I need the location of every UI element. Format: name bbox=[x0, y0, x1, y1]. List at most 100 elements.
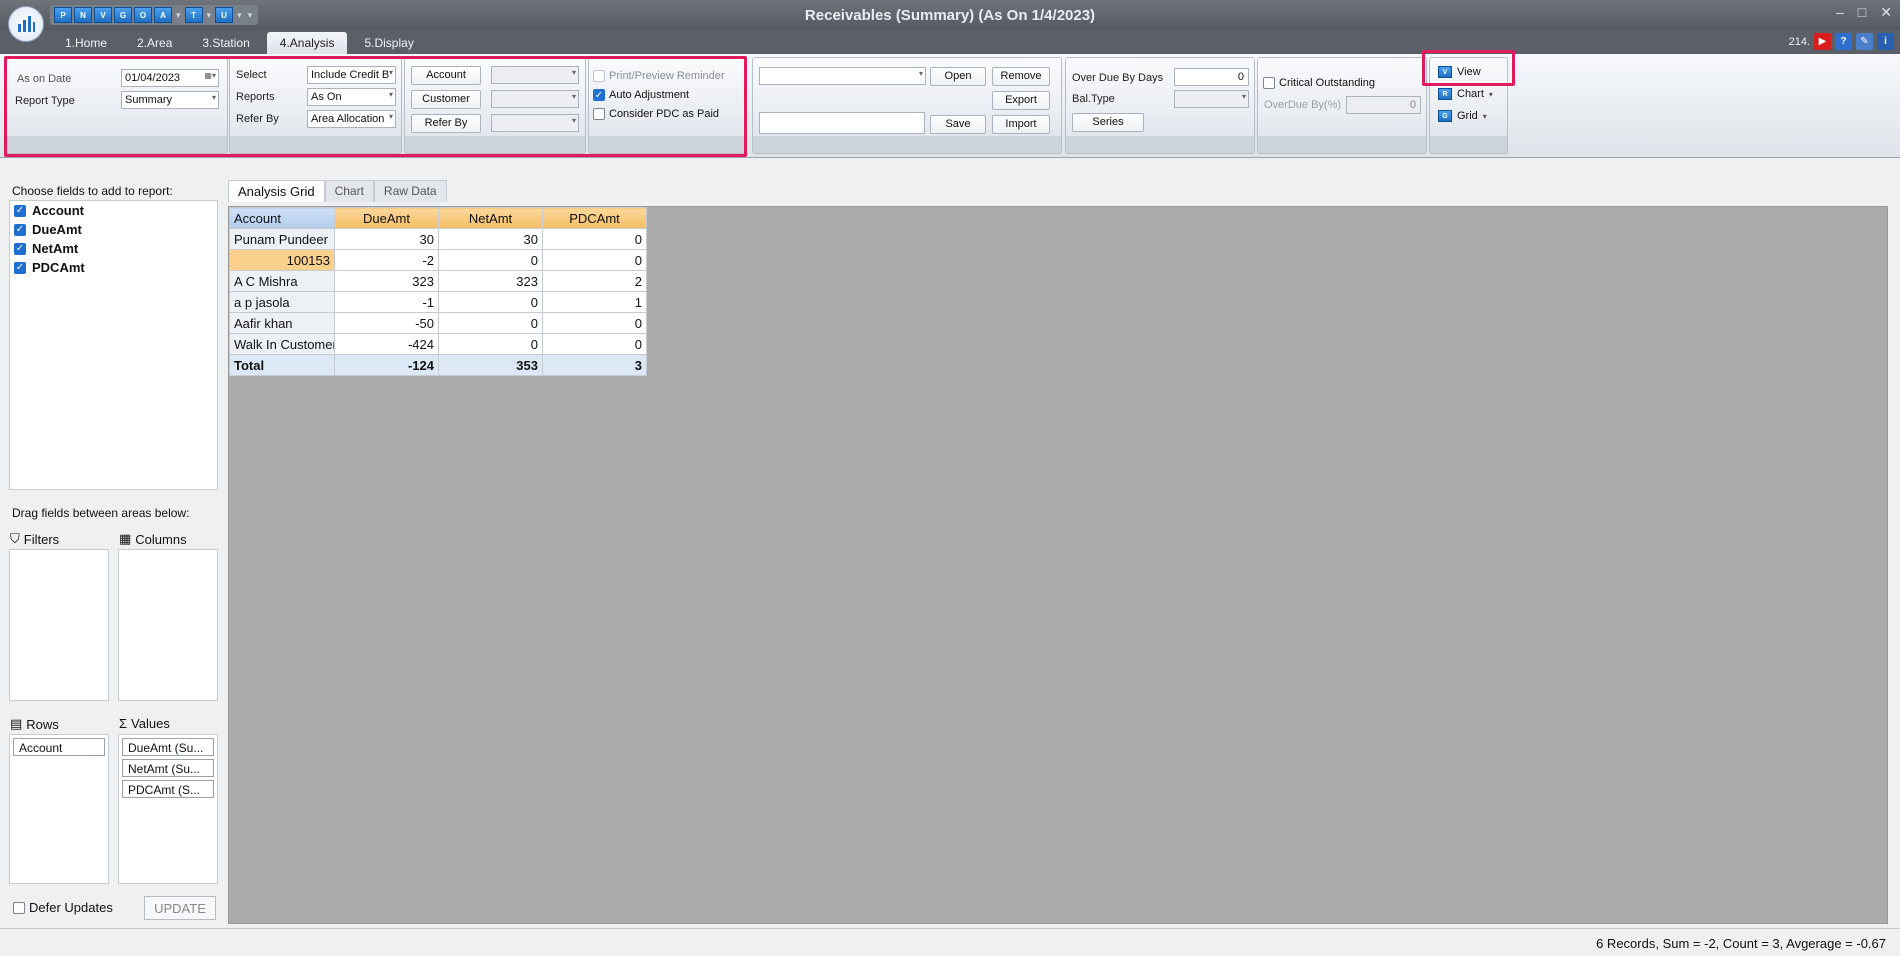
series-button[interactable]: Series bbox=[1072, 113, 1144, 132]
values-area[interactable]: DueAmt (Su... NetAmt (Su... PDCAmt (S... bbox=[118, 734, 218, 884]
tab-chart[interactable]: Chart bbox=[324, 180, 374, 202]
app-logo-icon[interactable] bbox=[8, 6, 44, 42]
highlight-box bbox=[1422, 50, 1515, 86]
table-row: 100153 -2 0 0 bbox=[229, 249, 647, 271]
cell-netamt[interactable]: 323 bbox=[438, 270, 543, 292]
title-bar: P N V G O A ▾ T ▾ U ▾ ▾ Receivables (Sum… bbox=[0, 0, 1900, 42]
critical-outstanding-checkbox[interactable]: Critical Outstanding bbox=[1263, 77, 1375, 89]
tab-analysis[interactable]: 4.Analysis bbox=[266, 32, 348, 54]
row-header[interactable]: Walk In Customer bbox=[229, 333, 335, 355]
field-list-panel: Choose fields to add to report: ✓ Account… bbox=[6, 178, 221, 920]
tab-station[interactable]: 3.Station bbox=[189, 32, 262, 54]
header-account[interactable]: Account bbox=[229, 207, 335, 229]
row-header[interactable]: Aafir khan bbox=[229, 312, 335, 334]
help-icon[interactable]: ? bbox=[1835, 33, 1852, 50]
cell-pdcamt[interactable]: 2 bbox=[542, 270, 647, 292]
field-list-title: Choose fields to add to report: bbox=[12, 184, 173, 198]
bal-type-label: Bal.Type bbox=[1072, 93, 1115, 105]
import-button[interactable]: Import bbox=[992, 115, 1050, 134]
row-header[interactable]: a p jasola bbox=[229, 291, 335, 313]
notes-icon[interactable]: ✎ bbox=[1856, 33, 1873, 50]
maximize-button[interactable]: □ bbox=[1858, 4, 1866, 21]
cell-dueamt[interactable]: -1 bbox=[334, 291, 439, 313]
total-label[interactable]: Total bbox=[229, 354, 335, 376]
row-header[interactable]: Punam Pundeer bbox=[229, 228, 335, 250]
field-item-dueamt[interactable]: ✓ DueAmt bbox=[10, 220, 217, 239]
header-dueamt[interactable]: DueAmt bbox=[334, 207, 439, 229]
remove-button[interactable]: Remove bbox=[992, 67, 1050, 86]
cell-pdcamt[interactable]: 0 bbox=[542, 312, 647, 334]
cell-netamt[interactable]: 30 bbox=[438, 228, 543, 250]
minimize-button[interactable]: – bbox=[1836, 4, 1844, 21]
export-button[interactable]: Export bbox=[992, 91, 1050, 110]
row-header[interactable]: A C Mishra bbox=[229, 270, 335, 292]
header-netamt[interactable]: NetAmt bbox=[438, 207, 543, 229]
tab-home[interactable]: 1.Home bbox=[52, 32, 120, 54]
grid-icon: G bbox=[1438, 110, 1452, 122]
youtube-icon[interactable]: ▶ bbox=[1814, 33, 1831, 50]
field-item-account[interactable]: ✓ Account bbox=[10, 201, 217, 220]
main-tabs: Analysis Grid Chart Raw Data bbox=[228, 180, 447, 202]
cell-pdcamt[interactable]: 0 bbox=[542, 249, 647, 271]
window-title: Receivables (Summary) (As On 1/4/2023) bbox=[804, 7, 1096, 24]
cell-netamt[interactable]: 0 bbox=[438, 249, 543, 271]
cell-netamt[interactable]: 0 bbox=[438, 312, 543, 334]
field-list: ✓ Account ✓ DueAmt ✓ NetAmt ✓ PDCAmt bbox=[9, 200, 218, 490]
sigma-icon: Σ bbox=[119, 716, 128, 731]
columns-area[interactable] bbox=[118, 549, 218, 701]
values-chip-pdcamt[interactable]: PDCAmt (S... bbox=[122, 780, 214, 798]
save-button[interactable]: Save bbox=[930, 115, 986, 134]
chevron-down-icon: ▾ bbox=[1241, 92, 1246, 101]
rows-chip-account[interactable]: Account bbox=[13, 738, 105, 756]
pivot-table: Account DueAmt NetAmt PDCAmt Punam Punde… bbox=[229, 207, 647, 376]
update-button[interactable]: UPDATE bbox=[144, 896, 216, 920]
cell-pdcamt[interactable]: 1 bbox=[542, 291, 647, 313]
layout-name-input[interactable] bbox=[759, 112, 925, 134]
rows-icon: ▤ bbox=[10, 716, 23, 731]
table-row: Walk In Customer -424 0 0 bbox=[229, 333, 647, 355]
ribbon-tab-strip: 1.Home 2.Area 3.Station 4.Analysis 5.Dis… bbox=[0, 30, 1900, 54]
chart-button[interactable]: R Chart ▾ bbox=[1438, 88, 1493, 100]
layout-group: ▾ Open Remove Export Save Import bbox=[752, 57, 1062, 154]
table-row: a p jasola -1 0 1 bbox=[229, 291, 647, 313]
grid-button[interactable]: G Grid ▾ bbox=[1438, 110, 1487, 122]
chart-icon: R bbox=[1438, 88, 1452, 100]
bal-type-combo[interactable]: ▾ bbox=[1174, 90, 1249, 108]
defer-updates-checkbox[interactable]: Defer Updates bbox=[13, 900, 113, 915]
tab-area[interactable]: 2.Area bbox=[124, 32, 185, 54]
status-text: 6 Records, Sum = -2, Count = 3, Avgerage… bbox=[1596, 936, 1886, 951]
values-chip-netamt[interactable]: NetAmt (Su... bbox=[122, 759, 214, 777]
cell-pdcamt[interactable]: 0 bbox=[542, 228, 647, 250]
over-due-input[interactable]: 0 bbox=[1174, 68, 1249, 86]
critical-group: Critical Outstanding OverDue By(%) 0 bbox=[1257, 57, 1427, 154]
total-dueamt[interactable]: -124 bbox=[334, 354, 439, 376]
chevron-down-icon: ▾ bbox=[1488, 89, 1493, 99]
cell-netamt[interactable]: 0 bbox=[438, 333, 543, 355]
filter-icon: ⛉ bbox=[10, 531, 20, 546]
row-header-selected[interactable]: 100153 bbox=[229, 249, 335, 271]
cell-netamt[interactable]: 0 bbox=[438, 291, 543, 313]
overdue-pct-input[interactable]: 0 bbox=[1346, 96, 1421, 114]
layout-combo[interactable]: ▾ bbox=[759, 67, 926, 85]
cell-dueamt[interactable]: -2 bbox=[334, 249, 439, 271]
tab-analysis-grid[interactable]: Analysis Grid bbox=[228, 180, 325, 202]
close-button[interactable]: ✕ bbox=[1880, 4, 1892, 21]
rows-area[interactable]: Account bbox=[9, 734, 109, 884]
open-button[interactable]: Open bbox=[930, 67, 986, 86]
info-icon[interactable]: i bbox=[1877, 33, 1894, 50]
total-netamt[interactable]: 353 bbox=[438, 354, 543, 376]
over-due-label: Over Due By Days bbox=[1072, 72, 1164, 84]
tab-raw-data[interactable]: Raw Data bbox=[373, 180, 447, 202]
header-pdcamt[interactable]: PDCAmt bbox=[542, 207, 647, 229]
field-item-netamt[interactable]: ✓ NetAmt bbox=[10, 239, 217, 258]
cell-dueamt[interactable]: -50 bbox=[334, 312, 439, 334]
filters-area[interactable] bbox=[9, 549, 109, 701]
cell-dueamt[interactable]: 323 bbox=[334, 270, 439, 292]
total-pdcamt[interactable]: 3 bbox=[542, 354, 647, 376]
cell-dueamt[interactable]: -424 bbox=[334, 333, 439, 355]
tab-display[interactable]: 5.Display bbox=[351, 32, 426, 54]
field-item-pdcamt[interactable]: ✓ PDCAmt bbox=[10, 258, 217, 277]
cell-dueamt[interactable]: 30 bbox=[334, 228, 439, 250]
cell-pdcamt[interactable]: 0 bbox=[542, 333, 647, 355]
values-chip-dueamt[interactable]: DueAmt (Su... bbox=[122, 738, 214, 756]
